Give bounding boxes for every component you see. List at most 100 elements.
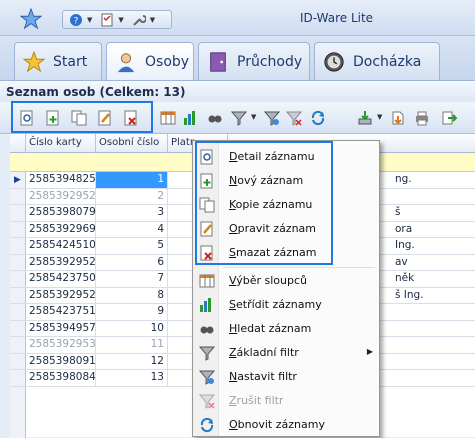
- menu-item-clear-filter: Zrušit filtr: [193, 389, 379, 413]
- menu-separator: [223, 267, 375, 268]
- tab-start[interactable]: Start: [14, 42, 102, 80]
- name-cell[interactable]: [392, 189, 475, 205]
- svg-text:?: ?: [74, 16, 79, 26]
- personal-number-cell[interactable]: 1: [96, 172, 168, 188]
- card-number-cell[interactable]: 25853929520: [26, 188, 96, 205]
- menu-item-label: Výběr sloupců: [229, 274, 308, 287]
- card-number-cell[interactable]: 25853929695: [26, 221, 96, 238]
- personal-number-cell[interactable]: 9: [96, 304, 168, 320]
- menu-item-filter[interactable]: Základní filtr ▶: [193, 341, 379, 365]
- person-icon: [117, 53, 135, 73]
- set-filter-icon[interactable]: [264, 110, 280, 126]
- name-cell[interactable]: [392, 354, 475, 370]
- refresh-icon[interactable]: [310, 110, 326, 126]
- card-number-cell[interactable]: 25853949575: [26, 320, 96, 337]
- find-icon[interactable]: [207, 110, 223, 126]
- name-cell[interactable]: š Ing.: [392, 288, 475, 304]
- print-icon[interactable]: [414, 110, 430, 126]
- personal-number-cell[interactable]: 12: [96, 353, 168, 370]
- tab-label: Osoby: [145, 54, 190, 70]
- menu-item-refresh[interactable]: Obnovit záznamy: [193, 413, 379, 437]
- name-cell[interactable]: av: [392, 255, 475, 271]
- find-icon: [200, 326, 214, 334]
- name-cell[interactable]: Ing.: [392, 238, 475, 254]
- tab-osoby[interactable]: Osoby: [106, 42, 194, 81]
- menu-item-label: Setřídit záznamy: [229, 298, 322, 311]
- sort-icon[interactable]: [183, 110, 199, 126]
- menu-item-find[interactable]: Hledat záznam: [193, 317, 379, 341]
- menu-item-label: Obnovit záznamy: [229, 418, 325, 431]
- personal-number-cell[interactable]: 7: [96, 271, 168, 287]
- personal-number-cell[interactable]: 5: [96, 238, 168, 254]
- clear-filter-icon[interactable]: [286, 110, 302, 126]
- menu-item-set-filter[interactable]: Nastavit filtr: [193, 365, 379, 389]
- import-icon[interactable]: [357, 110, 373, 126]
- column-header-card-number[interactable]: Číslo karty: [26, 134, 96, 153]
- door-icon: [210, 51, 226, 72]
- column-header-personal-number[interactable]: Osobní číslo: [96, 134, 168, 153]
- card-number-cell[interactable]: 25853929532: [26, 337, 96, 353]
- tab-label: Start: [53, 53, 88, 70]
- sort-icon: [200, 298, 211, 312]
- import-dropdown-icon[interactable]: ▼: [377, 113, 382, 121]
- help-icon[interactable]: ?: [69, 13, 83, 27]
- checklist-icon[interactable]: [100, 13, 114, 27]
- main-tabs: Start Osoby Průchody Docházka: [0, 36, 475, 81]
- columns-icon[interactable]: [160, 110, 176, 126]
- menu-item-columns[interactable]: Výběr sloupců: [193, 269, 379, 293]
- card-number-cell[interactable]: 25853980912: [26, 353, 96, 370]
- personal-number-cell[interactable]: 13: [96, 370, 168, 386]
- clear-filter-icon: [199, 394, 215, 409]
- columns-icon: [199, 274, 215, 288]
- card-number-cell[interactable]: 25853980840: [26, 370, 96, 386]
- checklist-dropdown-icon[interactable]: ▼: [118, 16, 123, 24]
- personal-number-cell[interactable]: 2: [96, 188, 168, 205]
- name-cell[interactable]: ng.: [392, 172, 475, 188]
- card-number-cell[interactable]: 25854245100: [26, 238, 96, 254]
- personal-number-cell[interactable]: 3: [96, 205, 168, 221]
- personal-number-cell[interactable]: 8: [96, 287, 168, 304]
- personal-number-cell[interactable]: 10: [96, 320, 168, 337]
- card-number-cell[interactable]: 25853929524: [26, 287, 96, 304]
- personal-number-cell[interactable]: 4: [96, 221, 168, 238]
- name-cell[interactable]: [392, 337, 475, 353]
- row-header-cell: [10, 134, 26, 153]
- tab-pruchody[interactable]: Průchody: [198, 42, 310, 80]
- personal-number-cell[interactable]: 6: [96, 254, 168, 271]
- refresh-icon: [200, 417, 214, 433]
- card-number-cell[interactable]: 25853929528: [26, 254, 96, 271]
- app-star-icon[interactable]: [20, 8, 42, 30]
- menu-item-label: Základní filtr: [229, 346, 299, 359]
- card-number-cell[interactable]: 25853980799: [26, 205, 96, 221]
- tab-dochazka[interactable]: Docházka: [314, 42, 440, 80]
- page-title: Seznam osob (Celkem: 13): [6, 85, 186, 99]
- tab-label: Docházka: [353, 53, 422, 70]
- name-cell[interactable]: š: [392, 205, 475, 221]
- name-cell[interactable]: něk: [392, 271, 475, 287]
- personal-number-cell[interactable]: 11: [96, 337, 168, 353]
- menu-highlight-box: [195, 141, 333, 265]
- filter-icon[interactable]: [231, 110, 247, 126]
- title-bar: ? ▼ ▼ ▼ ID-Ware Lite: [0, 0, 475, 36]
- name-cell[interactable]: ora: [392, 222, 475, 238]
- filter-dropdown-icon[interactable]: ▼: [251, 113, 256, 121]
- menu-item-label: Zrušit filtr: [229, 394, 284, 407]
- card-number-cell[interactable]: 25854237518: [26, 304, 96, 320]
- name-cell[interactable]: [392, 370, 475, 386]
- name-cell[interactable]: [392, 321, 475, 337]
- name-cell[interactable]: [392, 304, 475, 320]
- card-number-cell[interactable]: 25853948251: [26, 172, 96, 188]
- filter-icon: [199, 346, 215, 361]
- export-icon[interactable]: [390, 110, 406, 126]
- menu-item-sort[interactable]: Setřídit záznamy: [193, 293, 379, 317]
- quick-access-toolbar: ? ▼ ▼ ▼: [62, 10, 172, 29]
- toolbar-highlight-box: [11, 101, 153, 133]
- help-dropdown-icon[interactable]: ▼: [87, 16, 92, 24]
- section-header: Seznam osob (Celkem: 13): [0, 80, 475, 102]
- set-filter-icon: [199, 370, 215, 385]
- card-number-cell[interactable]: 25854237505: [26, 271, 96, 287]
- tools-dropdown-icon[interactable]: ▼: [150, 16, 155, 24]
- window-title: ID-Ware Lite: [300, 11, 374, 25]
- wrench-icon[interactable]: [132, 13, 146, 27]
- exit-icon[interactable]: [441, 110, 457, 126]
